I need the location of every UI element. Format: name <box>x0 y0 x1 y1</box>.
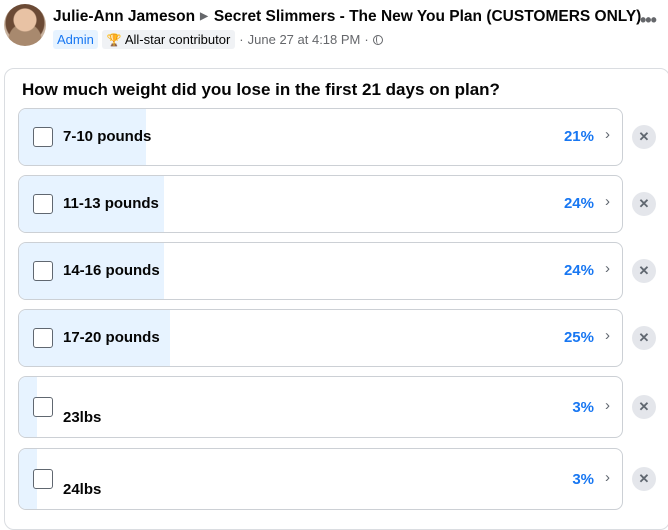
remove-option-icon[interactable]: ✕ <box>632 395 656 419</box>
post-header: Julie-Ann Jameson ▶ Secret Slimmers - The … <box>0 0 668 56</box>
globe-icon <box>372 34 383 45</box>
option-checkbox[interactable] <box>33 127 53 147</box>
option-percent[interactable]: 3% <box>572 399 594 416</box>
poll-option[interactable]: 14-16 pounds 24% › <box>18 242 623 300</box>
option-checkbox[interactable] <box>33 328 53 348</box>
option-checkbox[interactable] <box>33 261 53 281</box>
poll-option[interactable]: 17-20 pounds 25% › <box>18 309 623 367</box>
option-percent[interactable]: 3% <box>572 471 594 488</box>
remove-option-icon[interactable]: ✕ <box>632 467 656 491</box>
avatar[interactable] <box>4 4 46 46</box>
chevron-right-icon[interactable]: › <box>605 193 610 210</box>
trophy-icon: 🏆 <box>106 32 122 47</box>
remove-option-icon[interactable]: ✕ <box>632 326 656 350</box>
more-options-icon[interactable]: ••• <box>640 10 657 31</box>
option-label: 14-16 pounds <box>63 262 160 279</box>
option-percent[interactable]: 25% <box>564 329 594 346</box>
remove-option-icon[interactable]: ✕ <box>632 125 656 149</box>
remove-option-icon[interactable]: ✕ <box>632 259 656 283</box>
post-meta-row: Admin 🏆 All-star contributor · June 27 a… <box>53 30 383 49</box>
option-label: 23lbs <box>63 409 102 426</box>
poll-option[interactable]: 23lbs 3% › <box>18 376 623 438</box>
allstar-badge[interactable]: 🏆 All-star contributor <box>101 30 236 49</box>
poll-option[interactable]: 24lbs 3% › <box>18 448 623 510</box>
option-label: 17-20 pounds <box>63 329 160 346</box>
option-label: 11-13 pounds <box>63 195 159 212</box>
post-timestamp[interactable]: June 27 at 4:18 PM <box>248 32 361 47</box>
post-title-row: Julie-Ann Jameson ▶ Secret Slimmers - The … <box>53 8 641 26</box>
option-percent[interactable]: 24% <box>564 195 594 212</box>
poll-option[interactable]: 7-10 pounds 21% › <box>18 108 623 166</box>
meta-separator: · <box>239 32 244 47</box>
option-checkbox[interactable] <box>33 194 53 214</box>
poll-option[interactable]: 11-13 pounds 24% › <box>18 175 623 233</box>
option-label: 24lbs <box>63 481 102 498</box>
option-checkbox[interactable] <box>33 397 53 417</box>
option-percent[interactable]: 21% <box>564 128 594 145</box>
meta-separator-2: · <box>364 32 369 47</box>
author-name[interactable]: Julie-Ann Jameson <box>53 8 195 25</box>
chevron-right-icon[interactable]: › <box>605 469 610 486</box>
remove-option-icon[interactable]: ✕ <box>632 192 656 216</box>
option-checkbox[interactable] <box>33 469 53 489</box>
chevron-right-icon[interactable]: › <box>605 126 610 143</box>
chevron-right-icon[interactable]: › <box>605 327 610 344</box>
option-percent[interactable]: 24% <box>564 262 594 279</box>
poll-question: How much weight did you lose in the firs… <box>22 80 500 99</box>
option-label: 7-10 pounds <box>63 128 152 145</box>
allstar-label: All-star contributor <box>124 32 231 47</box>
chevron-right-icon[interactable]: › <box>605 397 610 414</box>
triangle-right-icon: ▶ <box>200 11 208 22</box>
chevron-right-icon[interactable]: › <box>605 260 610 277</box>
admin-badge: Admin <box>53 30 98 49</box>
group-name[interactable]: Secret Slimmers - The New You Plan (CUST… <box>214 8 642 25</box>
